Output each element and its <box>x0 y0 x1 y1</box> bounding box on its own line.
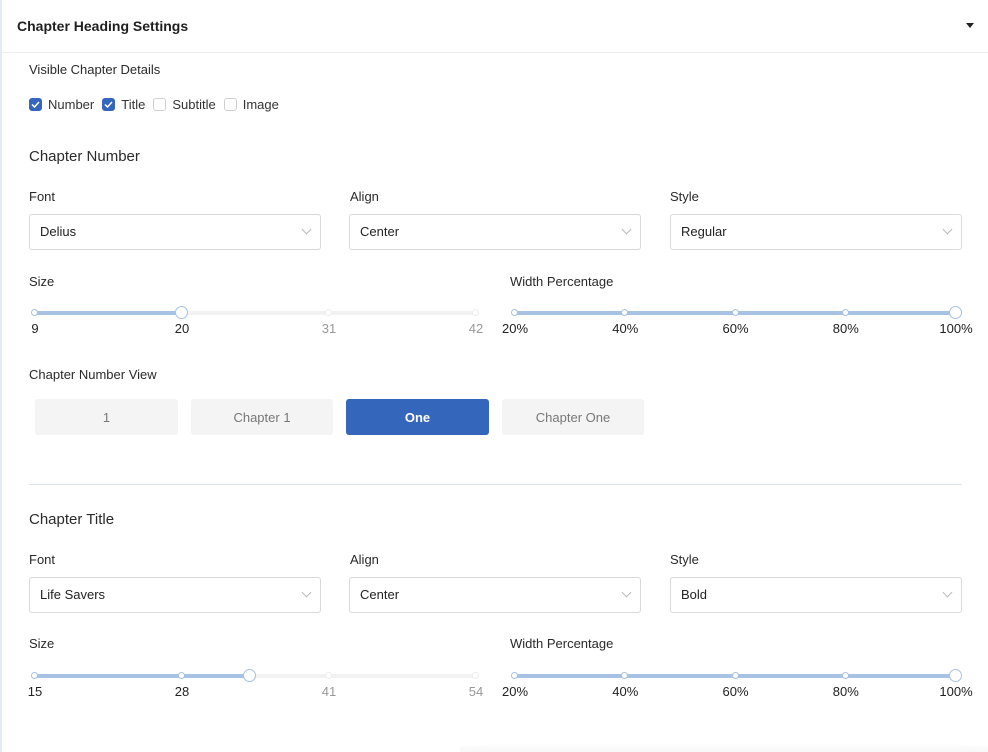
ct-align-select[interactable]: Center <box>349 577 641 613</box>
slider-tick-label: 80% <box>833 321 859 336</box>
slider-tick-label: 31 <box>322 321 336 336</box>
ct-font-value: Life Savers <box>40 587 105 602</box>
view-option-one[interactable]: One <box>346 399 489 435</box>
caret-down-icon[interactable] <box>966 23 974 28</box>
ct-align-value: Center <box>360 587 399 602</box>
cn-size-label: Size <box>29 274 54 289</box>
chevron-down-icon <box>622 225 632 235</box>
slider-stop-dot[interactable] <box>31 309 38 316</box>
slider-stop-dot[interactable] <box>511 309 518 316</box>
slider-tick-label: 60% <box>722 684 748 699</box>
slider-stop-dot[interactable] <box>325 309 332 316</box>
ct-style-select[interactable]: Bold <box>670 577 962 613</box>
cn-width-label: Width Percentage <box>510 274 613 289</box>
checkbox-title[interactable]: Title <box>102 97 145 112</box>
slider-tick-label: 100% <box>939 321 972 336</box>
ct-width-slider[interactable] <box>515 674 956 678</box>
slider-handle[interactable] <box>949 306 962 319</box>
ct-style-label: Style <box>670 552 699 567</box>
view-option-chapter-one[interactable]: Chapter One <box>502 399 644 435</box>
checkbox-subtitle[interactable]: Subtitle <box>153 97 215 112</box>
cn-font-select[interactable]: Delius <box>29 214 321 250</box>
visible-details-checkboxes: Number Title Subtitle Image <box>29 97 287 112</box>
cn-view-label: Chapter Number View <box>29 367 157 382</box>
slider-tick-label: 40% <box>612 321 638 336</box>
checkbox-label: Image <box>243 97 279 112</box>
view-option-chapter-1[interactable]: Chapter 1 <box>191 399 333 435</box>
checkbox-image[interactable]: Image <box>224 97 279 112</box>
chapter-number-heading: Chapter Number <box>29 148 140 165</box>
chevron-down-icon <box>302 588 312 598</box>
slider-fill <box>35 674 250 678</box>
chevron-down-icon <box>302 225 312 235</box>
slider-stop-dot[interactable] <box>325 672 332 679</box>
ct-size-slider[interactable] <box>35 674 476 678</box>
slider-handle[interactable] <box>175 306 188 319</box>
slider-tick-label: 20 <box>175 321 189 336</box>
checkbox-label: Subtitle <box>172 97 215 112</box>
cn-size-slider[interactable] <box>35 311 476 315</box>
cn-align-label: Align <box>350 189 379 204</box>
view-option-1[interactable]: 1 <box>35 399 178 435</box>
header-title: Chapter Heading Settings <box>17 18 188 34</box>
slider-tick-label: 80% <box>833 684 859 699</box>
slider-tick-label: 28 <box>175 684 189 699</box>
slider-tick-label: 100% <box>939 684 972 699</box>
slider-handle[interactable] <box>243 669 256 682</box>
cn-width-slider[interactable] <box>515 311 956 315</box>
checkbox-checked-icon[interactable] <box>29 98 42 111</box>
slider-tick-label: 20% <box>502 684 528 699</box>
ct-width-label: Width Percentage <box>510 636 613 651</box>
cn-style-value: Regular <box>681 224 727 239</box>
checkbox-unchecked-icon[interactable] <box>224 98 237 111</box>
ct-font-select[interactable]: Life Savers <box>29 577 321 613</box>
slider-stop-dot[interactable] <box>732 672 739 679</box>
ct-style-value: Bold <box>681 587 707 602</box>
slider-stop-dot[interactable] <box>472 309 479 316</box>
chapter-title-heading: Chapter Title <box>29 511 114 528</box>
chevron-down-icon <box>622 588 632 598</box>
slider-tick-label: 40% <box>612 684 638 699</box>
cn-style-select[interactable]: Regular <box>670 214 962 250</box>
cn-font-value: Delius <box>40 224 76 239</box>
checkbox-number[interactable]: Number <box>29 97 94 112</box>
checkbox-label: Number <box>48 97 94 112</box>
slider-tick-label: 20% <box>502 321 528 336</box>
slider-fill <box>35 311 182 315</box>
slider-tick-label: 42 <box>469 321 483 336</box>
bottom-shadow <box>460 742 988 752</box>
slider-stop-dot[interactable] <box>842 672 849 679</box>
checkbox-unchecked-icon[interactable] <box>153 98 166 111</box>
checkbox-label: Title <box>121 97 145 112</box>
section-divider <box>29 484 962 485</box>
slider-stop-dot[interactable] <box>178 672 185 679</box>
ct-align-label: Align <box>350 552 379 567</box>
slider-tick-label: 60% <box>722 321 748 336</box>
ct-size-label: Size <box>29 636 54 651</box>
slider-stop-dot[interactable] <box>511 672 518 679</box>
slider-tick-label: 41 <box>322 684 336 699</box>
slider-tick-label: 54 <box>469 684 483 699</box>
settings-header[interactable]: Chapter Heading Settings <box>2 0 988 53</box>
cn-font-label: Font <box>29 189 55 204</box>
slider-tick-label: 9 <box>31 321 38 336</box>
slider-stop-dot[interactable] <box>31 672 38 679</box>
chevron-down-icon <box>943 588 953 598</box>
slider-stop-dot[interactable] <box>842 309 849 316</box>
chevron-down-icon <box>943 225 953 235</box>
cn-align-select[interactable]: Center <box>349 214 641 250</box>
checkbox-checked-icon[interactable] <box>102 98 115 111</box>
left-edge <box>0 0 2 752</box>
slider-tick-label: 15 <box>28 684 42 699</box>
ct-font-label: Font <box>29 552 55 567</box>
slider-handle[interactable] <box>949 669 962 682</box>
slider-stop-dot[interactable] <box>732 309 739 316</box>
slider-stop-dot[interactable] <box>472 672 479 679</box>
visible-details-label: Visible Chapter Details <box>29 62 160 77</box>
cn-style-label: Style <box>670 189 699 204</box>
cn-align-value: Center <box>360 224 399 239</box>
